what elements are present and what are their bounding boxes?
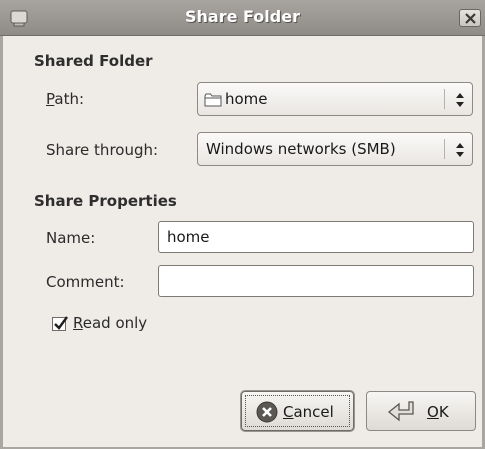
cancel-button[interactable]: Cancel: [241, 391, 354, 431]
cancel-icon: [256, 401, 278, 423]
share-through-label: Share through:: [46, 141, 159, 159]
read-only-label-rest: ead only: [82, 314, 148, 332]
name-input[interactable]: [167, 228, 457, 246]
path-combo[interactable]: home: [197, 82, 473, 116]
ok-button[interactable]: OK: [366, 391, 476, 431]
window-title: Share Folder: [185, 7, 300, 26]
cancel-label: Cancel: [283, 403, 334, 421]
up-down-arrows-icon: [456, 143, 464, 157]
path-label: Path:: [46, 90, 84, 108]
share-through-value: Windows networks (SMB): [206, 140, 396, 158]
window-frame-left: [0, 36, 3, 449]
cancel-mnemonic: C: [283, 403, 294, 421]
name-label: Name:: [46, 229, 96, 247]
cancel-label-rest: ancel: [293, 403, 334, 421]
title-bar[interactable]: Share Folder: [0, 0, 485, 36]
ok-mnemonic: O: [427, 403, 439, 421]
checkmark-icon: [54, 316, 68, 330]
comment-input[interactable]: [167, 272, 457, 290]
ok-label: OK: [427, 403, 449, 421]
combo-separator: [444, 89, 445, 109]
ok-label-rest: K: [438, 403, 449, 421]
path-label-rest: ath:: [54, 90, 85, 108]
read-only-mnemonic: R: [73, 314, 83, 332]
share-through-combo[interactable]: Windows networks (SMB): [197, 132, 473, 166]
share-properties-heading: Share Properties: [34, 192, 177, 210]
combo-separator: [444, 139, 445, 159]
up-down-arrows-icon: [456, 93, 464, 107]
close-icon: [465, 13, 476, 24]
name-input-box[interactable]: [158, 221, 474, 253]
share-folder-dialog: Share Folder Shared Folder Path: home Sh…: [0, 0, 485, 449]
enter-arrow-icon: [387, 401, 414, 422]
comment-input-box[interactable]: [158, 265, 474, 297]
shared-folder-heading: Shared Folder: [34, 52, 153, 70]
folder-icon: [204, 93, 222, 107]
close-button[interactable]: [459, 9, 481, 27]
path-value: home: [225, 90, 268, 108]
read-only-label[interactable]: Read only: [73, 314, 147, 332]
comment-label: Comment:: [46, 273, 125, 291]
read-only-checkbox[interactable]: [52, 316, 68, 331]
